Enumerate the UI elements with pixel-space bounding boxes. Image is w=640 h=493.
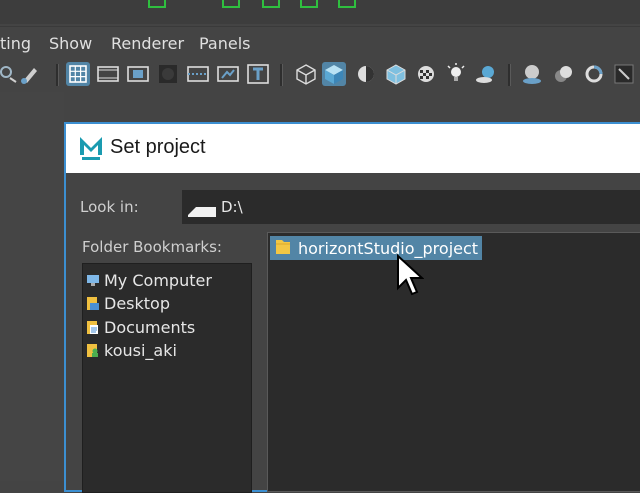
screen-space-ao-icon[interactable] — [520, 62, 544, 86]
file-list — [267, 232, 640, 492]
green-bracket — [338, 0, 356, 8]
file-name: horizontStudio_project — [298, 238, 479, 258]
resolution-gate-icon[interactable] — [126, 62, 150, 86]
top-strip — [0, 0, 640, 24]
drive-icon — [186, 203, 218, 219]
default-material-icon[interactable] — [354, 62, 378, 86]
bounding-box-icon[interactable] — [384, 62, 408, 86]
folder-icon — [274, 236, 292, 260]
selection-highlight: horizontStudio_project — [270, 236, 483, 260]
field-chart-icon[interactable] — [186, 62, 210, 86]
use-all-lights-icon[interactable] — [444, 62, 468, 86]
look-in-value: D:\ — [221, 198, 243, 216]
motion-blur-icon[interactable] — [552, 62, 576, 86]
toolbar-separator — [508, 64, 511, 86]
isolate-icon[interactable] — [612, 62, 636, 86]
desktop-icon — [86, 295, 100, 311]
menu-panels[interactable]: Panels — [199, 34, 251, 53]
mouse-cursor-icon — [396, 253, 425, 300]
toolbar-separator — [280, 64, 283, 86]
look-in-dropdown[interactable] — [182, 190, 640, 224]
menu-renderer[interactable]: Renderer — [111, 34, 184, 53]
paint-tool-icon[interactable] — [18, 62, 42, 86]
safe-action-icon[interactable] — [216, 62, 240, 86]
bookmark-desktop[interactable]: Desktop — [86, 293, 170, 313]
green-bracket — [222, 0, 240, 8]
film-gate-icon[interactable] — [96, 62, 120, 86]
bookmark-documents[interactable]: Documents — [86, 317, 195, 337]
computer-icon — [86, 272, 100, 288]
green-bracket — [300, 0, 318, 8]
look-in-label: Look in: — [80, 198, 139, 216]
textured-icon[interactable] — [414, 62, 438, 86]
file-item-selected[interactable]: horizontStudio_project — [270, 236, 483, 260]
documents-icon — [86, 319, 100, 335]
dialog-title: Set project — [110, 136, 206, 158]
user-folder-icon — [86, 342, 100, 358]
bookmark-my-computer[interactable]: My Computer — [86, 270, 212, 290]
bookmark-label: My Computer — [104, 270, 212, 290]
shadows-icon[interactable] — [474, 62, 498, 86]
bookmark-label: Documents — [104, 317, 196, 337]
bookmark-label: kousi_aki — [104, 340, 177, 360]
menu-lighting[interactable]: ting — [0, 34, 31, 53]
bookmark-kousi-aki[interactable]: kousi_aki — [86, 340, 177, 360]
smooth-shade-cube-icon[interactable] — [322, 62, 346, 86]
grid-icon[interactable] — [66, 62, 90, 86]
menu-show[interactable]: Show — [49, 34, 92, 53]
bookmarks-label: Folder Bookmarks: — [82, 238, 222, 256]
gate-mask-icon[interactable] — [156, 62, 180, 86]
antialiasing-icon[interactable] — [582, 62, 606, 86]
panel-menubar — [0, 26, 640, 59]
toolbar-separator — [56, 64, 59, 86]
bookmark-label: Desktop — [104, 293, 170, 313]
maya-logo-icon — [78, 134, 104, 162]
green-bracket — [148, 0, 166, 8]
viewport-background — [0, 92, 64, 481]
wireframe-cube-icon[interactable] — [294, 62, 318, 86]
green-bracket — [262, 0, 280, 8]
safe-title-icon[interactable] — [246, 62, 270, 86]
